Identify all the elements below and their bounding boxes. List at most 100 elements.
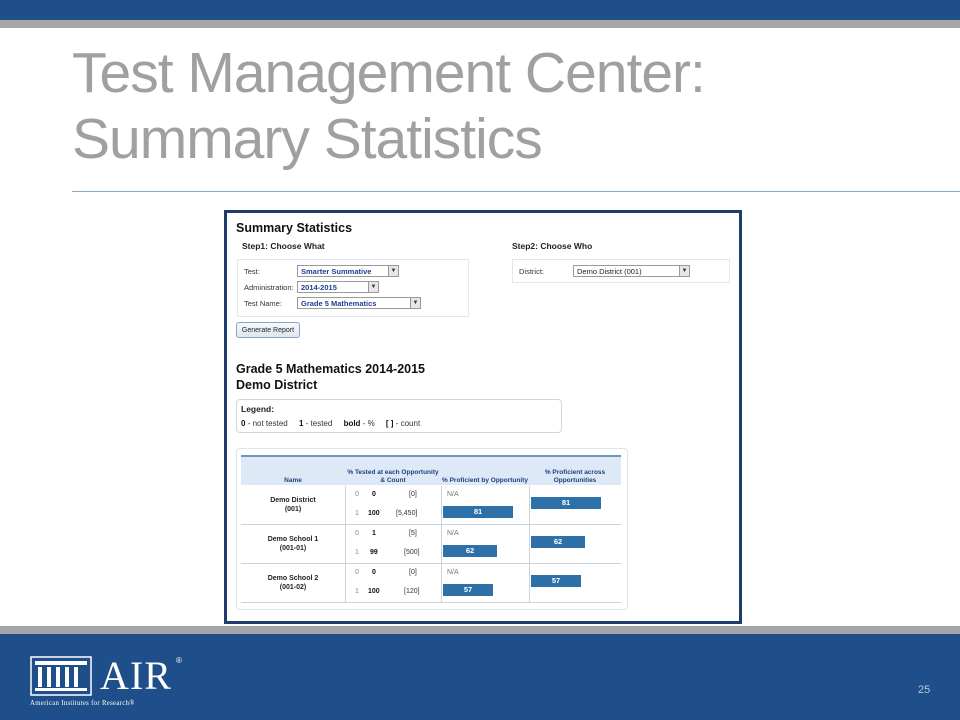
column-divider [441, 525, 442, 564]
test-name-label: Test Name: [244, 299, 282, 308]
tested-count: [0] [409, 569, 417, 576]
row-name: Demo District (001) [241, 496, 345, 514]
tested-percent: 100 [368, 588, 380, 595]
tested-count: [500] [404, 549, 420, 556]
legend-items: 0 - not tested 1 - tested bold - % [ ] -… [241, 419, 420, 428]
slide-title-line-2: Summary Statistics [72, 107, 543, 171]
table-row: Demo School 2 (001-02) 0 0 [0] N/A 1 100 … [241, 564, 621, 603]
district-select-value: Demo District (001) [577, 267, 642, 276]
column-divider [529, 486, 530, 525]
row-code-text: (001-01) [279, 545, 307, 552]
tested-percent: 0 [372, 569, 376, 576]
opportunity-number: 1 [355, 588, 359, 595]
legend-key-count: [ ] [385, 419, 394, 428]
row-name-text: Demo District [270, 497, 316, 504]
test-select-value: Smarter Summative [301, 267, 372, 276]
screenshot-frame: Summary Statistics Step1: Choose What St… [224, 210, 742, 624]
column-divider [441, 486, 442, 525]
choose-what-panel: Test: Smarter Summative ▼ Administration… [237, 259, 469, 317]
header-name: Name [284, 477, 302, 484]
table-header: Name % Tested at each Opportunity & Coun… [241, 455, 621, 485]
test-name-select-value: Grade 5 Mathematics [301, 299, 377, 308]
opportunity-number: 0 [355, 569, 359, 576]
row-code-text: (001-02) [279, 584, 307, 591]
legend-value-tested: - tested [305, 419, 333, 428]
dropdown-arrow-icon: ▼ [388, 266, 398, 276]
summary-statistics-heading: Summary Statistics [236, 221, 353, 235]
slide-title-line-1: Test Management Center: [72, 41, 706, 105]
choose-who-panel: District: Demo District (001) ▼ [512, 259, 730, 283]
opportunity-number: 0 [355, 530, 359, 537]
tested-count: [120] [404, 588, 420, 595]
test-select[interactable]: Smarter Summative ▼ [297, 265, 399, 277]
step1-heading: Step1: Choose What [242, 241, 325, 251]
dropdown-arrow-icon: ▼ [410, 298, 420, 308]
title-underline [72, 191, 960, 192]
report-subtitle-line: Demo District [236, 378, 318, 392]
step2-heading: Step2: Choose Who [512, 241, 593, 251]
row-name-text: Demo School 2 [267, 575, 319, 582]
logo-subtitle: American Institutes for Research® [30, 700, 135, 707]
proficient-across-bar: 81 [531, 497, 601, 509]
proficient-opportunity-bar: 57 [443, 584, 493, 596]
table-row: Demo School 1 (001-01) 0 1 [5] N/A 1 99 [… [241, 525, 621, 564]
building-icon [30, 656, 92, 696]
opportunity-number: 1 [355, 510, 359, 517]
tested-count: [0] [409, 491, 417, 498]
summary-table: Name % Tested at each Opportunity & Coun… [236, 448, 628, 610]
header-proficient-by-opportunity: % Proficient by Opportunity [442, 477, 528, 484]
row-name-text: Demo School 1 [267, 536, 319, 543]
bottom-gray-rule [0, 626, 960, 634]
air-logo: AIR ® American Institutes for Research® [30, 653, 182, 709]
column-divider [345, 564, 346, 603]
row-name: Demo School 2 (001-02) [241, 574, 345, 592]
opportunity-number: 0 [355, 491, 359, 498]
header-proficient-across: % Proficient across Opportunities [544, 469, 606, 484]
column-divider [529, 525, 530, 564]
legend-key-not-tested: 0 [241, 419, 246, 428]
column-divider [345, 525, 346, 564]
header-tested: % Tested at each Opportunity & Count [347, 469, 439, 484]
dropdown-arrow-icon: ▼ [679, 266, 689, 276]
top-gray-rule [0, 20, 960, 28]
report-title: Grade 5 Mathematics 2014-2015 Demo Distr… [236, 361, 425, 393]
proficient-opportunity-na: N/A [447, 569, 459, 576]
tested-count: [5,450] [396, 510, 418, 517]
table-row: Demo District (001) 0 0 [0] N/A 1 100 [5,… [241, 486, 621, 525]
column-divider [529, 564, 530, 603]
logo-wordmark: AIR [100, 653, 172, 698]
proficient-opportunity-na: N/A [447, 491, 459, 498]
proficient-opportunity-bar: 81 [443, 506, 513, 518]
proficient-opportunity-bar: 62 [443, 545, 497, 557]
row-code-text: (001) [284, 506, 302, 513]
test-label: Test: [244, 267, 260, 276]
tested-percent: 99 [370, 549, 378, 556]
tested-percent: 1 [372, 530, 376, 537]
proficient-opportunity-na: N/A [447, 530, 459, 537]
generate-report-button[interactable]: Generate Report [236, 322, 300, 338]
tested-percent: 100 [368, 510, 380, 517]
opportunity-number: 1 [355, 549, 359, 556]
administration-select[interactable]: 2014-2015 ▼ [297, 281, 379, 293]
tested-percent: 0 [372, 491, 376, 498]
administration-select-value: 2014-2015 [301, 283, 337, 292]
page-number: 25 [918, 684, 931, 696]
district-select[interactable]: Demo District (001) ▼ [573, 265, 690, 277]
column-divider [345, 486, 346, 525]
slide-title: Test Management Center: Summary Statisti… [72, 40, 932, 172]
legend-box: Legend: 0 - not tested 1 - tested bold -… [236, 399, 562, 433]
legend-value-count: - count [395, 419, 421, 428]
row-name: Demo School 1 (001-01) [241, 535, 345, 553]
legend-key-bold: bold [343, 419, 361, 428]
test-name-select[interactable]: Grade 5 Mathematics ▼ [297, 297, 421, 309]
legend-title: Legend: [241, 404, 275, 414]
legend-value-not-tested: - not tested [247, 419, 288, 428]
dropdown-arrow-icon: ▼ [368, 282, 378, 292]
column-divider [441, 564, 442, 603]
district-label: District: [519, 267, 544, 276]
proficient-across-bar: 62 [531, 536, 585, 548]
legend-value-bold: - % [362, 419, 375, 428]
report-title-line: Grade 5 Mathematics 2014-2015 [236, 362, 425, 376]
top-brand-band [0, 0, 960, 20]
tested-count: [5] [409, 530, 417, 537]
